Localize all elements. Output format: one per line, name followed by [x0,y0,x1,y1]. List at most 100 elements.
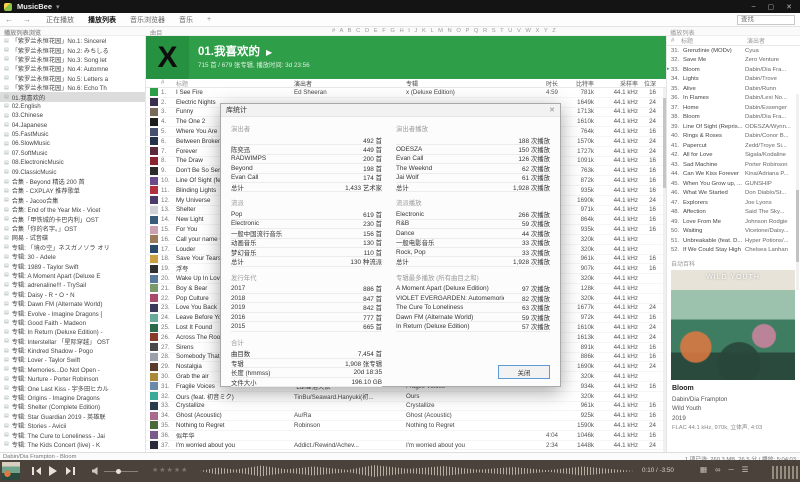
queue-item[interactable]: ▸ 49 Love From Me Johnson Rodgie [667,217,800,227]
dialog-close-button[interactable]: 关闭 [498,365,550,379]
queue-item[interactable]: ▸ 41 Papercut Zedd/Troye Si... [667,141,800,151]
toolbar-tab[interactable]: 音乐浏览器 [130,15,165,25]
app-menu-caret-icon[interactable]: ▾ [56,3,60,11]
previous-track-button[interactable] [30,465,42,477]
sidebar-playlist-item[interactable]: ▤ 专辑: A Moment Apart (Deluxe E [0,271,145,280]
volume-slider[interactable] [104,471,138,472]
equalizer-icon[interactable]: ☰ [742,465,749,474]
next-track-button[interactable] [64,465,76,477]
sidebar-playlist-item[interactable]: ▤ 合集「甲铁城的卡巴内利」OST [0,214,145,223]
sidebar-playlist-item[interactable]: ▤ 06.SlowMusic [0,139,145,148]
queue-item[interactable]: ▸ 40 Rings & Roses Dabin/Conor B... [667,132,800,142]
queue-column-artist[interactable]: 演出者 [747,36,797,45]
queue-item[interactable]: ▸ 34 Lights Dabin/Trove [667,75,800,85]
sidebar-playlist-item[interactable]: ▤ 专辑: Interstellar 「星际穿越」 OST [0,337,145,346]
queue-item[interactable]: ▸ 52 If We Could Stay High Chelsea Lanha… [667,246,800,256]
queue-item[interactable]: ▸ 46 What We Started Don Diablo/St... [667,189,800,199]
forward-icon[interactable]: → [23,15,31,24]
alphabet-jump-bar[interactable]: # A B C D E F G H I J K L M N O P Q R S … [332,28,662,34]
column-artist[interactable]: 演出者 [294,79,406,88]
sidebar-playlist-item[interactable]: ▤ 合集 - Beyond 精选 200 首 [0,177,145,186]
dialog-close-icon[interactable]: ✕ [549,106,555,114]
sidebar-playlist-item[interactable]: ▤ 专辑: Shelter (Complete Edition) [0,402,145,411]
queue-item[interactable]: ▸ 42 All for Love Sigala/Kodaline [667,151,800,161]
track-rating-stars[interactable]: ★★★★★ [152,466,188,474]
maximize-button[interactable]: ▢ [768,3,775,11]
track-row[interactable]: 37 I'm worried about you Addict./Rewind/… [146,441,666,451]
column-album[interactable]: 专辑 [406,79,532,88]
sidebar-playlist-item[interactable]: ▤ 专辑: Dawn FM (Alternate World) [0,299,145,308]
queue-item[interactable]: ▸ 31 Grenzlinie (MODv) Cyua [667,46,800,56]
sidebar-playlist-item[interactable]: ▤ 「紫罗兰永恒花园」No.2: みちしる [0,45,145,54]
sidebar-playlist-item[interactable]: ▤ 03.Chinese [0,111,145,120]
sidebar-playlist-item[interactable]: ▤ 专辑: Star Guardian 2019 - 英雄联 [0,412,145,421]
queue-scrollbar-thumb[interactable] [796,190,799,262]
sidebar-playlist-item[interactable]: ▤ 08.ElectronicMusic [0,158,145,167]
sidebar-playlist-item[interactable]: ▤ 专辑: One Last Kiss - 宇多田ヒカル [0,383,145,392]
waveform-seekbar[interactable] [200,464,635,478]
up-next-icon[interactable]: ▦ [700,465,707,474]
queue-item[interactable]: ▸ 44 Can We Kiss Forever Kina/Adriana P.… [667,170,800,180]
sidebar-playlist-item[interactable]: ▤ 专辑: 「境の空」ネスガノソラ オリ [0,243,145,252]
sidebar-playlist-item[interactable]: ▤ 05.FastMusic [0,130,145,139]
player-album-thumb[interactable] [2,462,20,480]
sidebar-playlist-item[interactable]: ▤ 合集 - Jacoo合集 [0,196,145,205]
sidebar-playlist-item[interactable]: ▤ 「紫罗兰永恒花园」No.4: Automne [0,64,145,73]
sidebar-playlist-item[interactable]: ▤ 专辑: Stories - Avicii [0,421,145,430]
search-input[interactable] [737,15,795,25]
column-num[interactable]: # [161,80,176,86]
sidebar-playlist-item[interactable]: ▤ 专辑: Lover - Taylor Swift [0,355,145,364]
queue-column-num[interactable]: # [671,38,681,44]
sidebar-playlist-item[interactable]: ▤ 专辑: 1989 - Taylor Swift [0,261,145,270]
dialog-title-bar[interactable]: 库统计 ✕ [221,104,560,117]
track-row[interactable]: 34 Ghost (Acoustic) Au/Ra Ghost (Acousti… [146,411,666,421]
queue-item[interactable]: ▸ 50 Waiting Vicetone/Daisy... [667,227,800,237]
close-button[interactable]: ✕ [786,3,792,11]
queue-item[interactable]: ▸ 45 When You Grow up, ... GUNSHIP [667,179,800,189]
column-bitrate[interactable]: 比特率 [558,79,594,88]
volume-control[interactable] [92,467,138,475]
sidebar-playlist-item[interactable]: ▤ 专辑: The Kids Concert (live) - K [0,440,145,449]
queue-item[interactable]: ▸ 33 Bloom Dabin/Dia Fra... [667,65,800,75]
sidebar-playlist-item[interactable]: ▤ 「紫罗兰永恒花园」No.3: Song let [0,55,145,64]
queue-item[interactable]: ▸ 37 Home Dabin/Essenger [667,103,800,113]
shuffle-icon[interactable]: ∞ [715,465,720,474]
sidebar-playlist-item[interactable]: ▤ 01.我喜欢的 [0,92,145,101]
sidebar-playlist-item[interactable]: ▤ 专辑: Kindred Shadow - Pogo [0,346,145,355]
spectrum-visualizer[interactable] [772,463,798,479]
sidebar-playlist-item[interactable]: ▤ 09.ClassicMusic [0,167,145,176]
toolbar-tab[interactable]: 正在播放 [46,15,74,25]
toolbar-tab[interactable]: 播放列表 [88,15,116,25]
queue-item[interactable]: ▸ 51 Unbreakable (feat. D... Hyper Potio… [667,236,800,246]
sidebar-playlist-item[interactable]: ▤ 专辑: Nurture - Porter Robinson [0,374,145,383]
track-row[interactable]: 36 似年华 4:04 1046k 44.1 kHz 16 [146,431,666,441]
queue-column-title[interactable]: 标题 [681,36,747,45]
sidebar-playlist-item[interactable]: ▤ 合集: End of the Year Mix - Vicet [0,205,145,214]
sidebar-playlist-item[interactable]: ▤ 专辑: 30 - Adele [0,252,145,261]
add-tab-button[interactable]: + [207,16,211,23]
queue-item[interactable]: ▸ 35 Alive Dabin/Runn [667,84,800,94]
sidebar-playlist-item[interactable]: ▤ 07.SoftMusic [0,149,145,158]
column-bitdepth[interactable]: 位深 [638,79,662,88]
repeat-icon[interactable]: ─ [728,465,733,474]
toolbar-tab[interactable]: 音乐 [179,15,193,25]
sidebar-playlist-item[interactable]: ▤ 「紫罗兰永恒花园」No.1: Sincerel [0,36,145,45]
column-title[interactable]: 标题 [176,79,294,88]
sidebar-playlist-item[interactable]: ▤ 网易 - 试音碟 [0,233,145,242]
sidebar-playlist-item[interactable]: ▤ 合集「你的名字。」OST [0,224,145,233]
queue-item[interactable]: ▸ 48 Affection Said The Sky... [667,208,800,218]
column-duration[interactable]: 时长 [532,79,558,88]
volume-slider-handle[interactable] [116,469,121,474]
sidebar-playlist-item[interactable]: ▤ 专辑: In Return (Deluxe Edition) - [0,327,145,336]
sidebar-playlist-item[interactable]: ▤ 专辑: Origins - Imagine Dragons [0,393,145,402]
sidebar-playlist-item[interactable]: ▤ 专辑: Good Faith - Madeon [0,318,145,327]
queue-item[interactable]: ▸ 38 Bloom Dabin/Dia Fra... [667,113,800,123]
sidebar-playlist-item[interactable]: ▤ 「紫罗兰永恒花园」No.5: Letters a [0,74,145,83]
queue-item[interactable]: ▸ 39 Line Of Sight (Repris... ODESZA/Wyn… [667,122,800,132]
track-row[interactable]: 33 Crystallize Crystallize 961k 44.1 kHz… [146,402,666,412]
queue-item[interactable]: ▸ 36 In Flames Dabin/Lexi No... [667,94,800,104]
sidebar-playlist-item[interactable]: ▤ 专辑: Evolve - Imagine Dragons [ [0,308,145,317]
queue-item[interactable]: ▸ 47 Explorers Joe Lyons [667,198,800,208]
sidebar-playlist-item[interactable]: ▤ 04.Japanese [0,121,145,130]
queue-item[interactable]: ▸ 32 Save Me Zero Venture [667,56,800,66]
